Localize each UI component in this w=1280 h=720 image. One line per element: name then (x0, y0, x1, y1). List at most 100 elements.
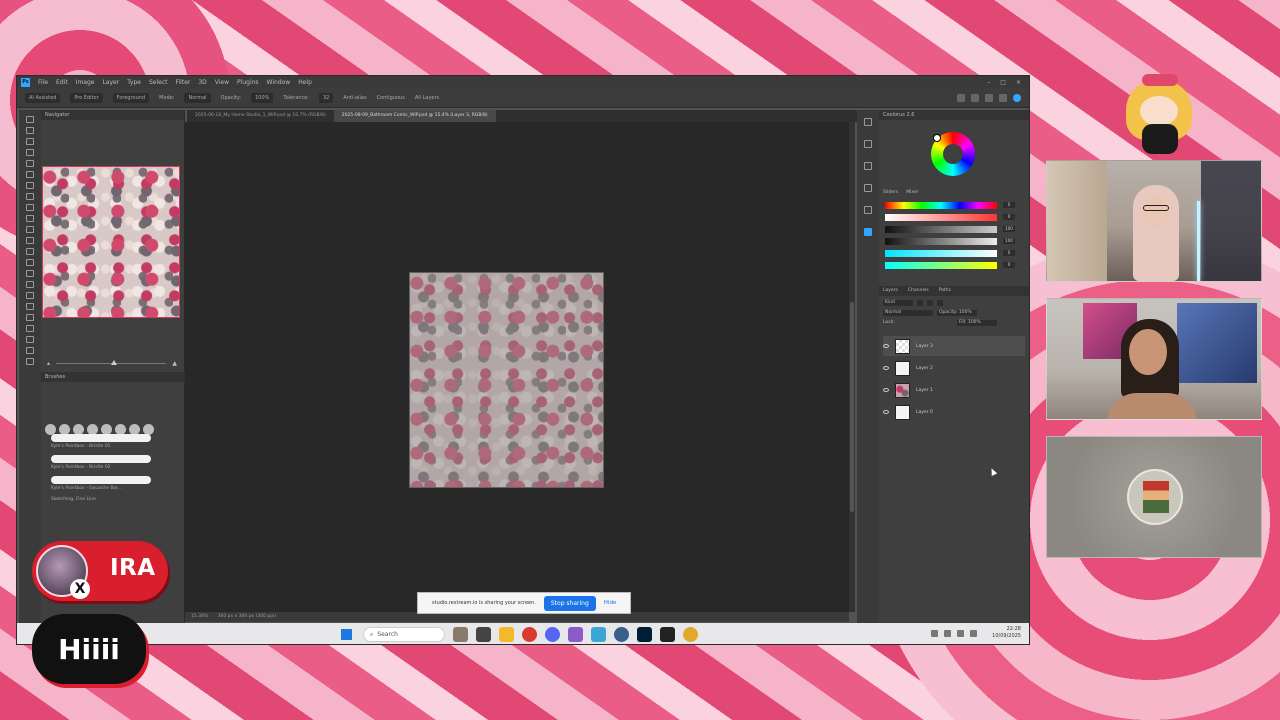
menu-filter[interactable]: Filter (176, 79, 191, 86)
widgets-icon[interactable] (453, 627, 468, 642)
filter-icon[interactable] (927, 300, 933, 306)
chrome-icon[interactable] (683, 627, 698, 642)
list-item[interactable]: Sketching, Fine Line (47, 497, 177, 502)
marquee-tool-icon[interactable] (26, 127, 34, 134)
list-item[interactable]: Kyle's Paintbox - Gouache Bar... (47, 476, 177, 491)
tab-layers[interactable]: Layers (883, 288, 898, 294)
slider-value[interactable]: 0 (1003, 250, 1015, 256)
volume-icon[interactable] (957, 630, 964, 637)
quick-select-tool-icon[interactable] (26, 149, 34, 156)
tab-sliders[interactable]: Sliders (883, 190, 898, 195)
filter-icon[interactable] (917, 300, 923, 306)
fill-source-select[interactable]: Foreground (112, 92, 150, 103)
document-canvas[interactable] (409, 272, 604, 488)
shape-tool-icon[interactable] (26, 314, 34, 321)
type-tool-icon[interactable] (26, 292, 34, 299)
navigator-zoom-slider[interactable]: ▴ ▲ (47, 359, 177, 367)
properties-icon[interactable] (864, 162, 872, 170)
saturation-slider[interactable] (885, 214, 997, 221)
tab-mixer[interactable]: Mixer (906, 190, 918, 195)
eye-icon[interactable] (883, 388, 889, 392)
chrome-icon[interactable] (522, 627, 537, 642)
opacity-field[interactable]: 100% (251, 92, 274, 103)
blend-mode-select[interactable]: Normal (883, 310, 933, 316)
lightness-slider[interactable] (885, 238, 997, 245)
menu-file[interactable]: File (38, 79, 48, 86)
photoshop-icon[interactable] (637, 627, 652, 642)
search-icon[interactable] (971, 93, 979, 102)
menu-plugins[interactable]: Plugins (237, 79, 259, 86)
share-icon[interactable] (957, 93, 965, 102)
color-picker-handle[interactable] (933, 134, 941, 142)
zoom-level[interactable]: 15.38% (191, 614, 208, 619)
eye-icon[interactable] (883, 344, 889, 348)
battery-icon[interactable] (970, 630, 977, 637)
character-icon[interactable] (864, 184, 872, 192)
visual-studio-icon[interactable] (568, 627, 583, 642)
list-item[interactable]: Kyle's Paintbox - Bristle 02 (47, 455, 177, 470)
cyan-slider[interactable] (885, 250, 997, 257)
app-icon[interactable] (660, 627, 675, 642)
menu-layer[interactable]: Layer (102, 79, 119, 86)
mode-select[interactable]: Normal (184, 92, 211, 103)
frame-tool-icon[interactable] (26, 171, 34, 178)
slider-value[interactable]: 0 (1003, 202, 1015, 208)
layer-row[interactable]: Layer 2 (883, 358, 1025, 378)
steam-icon[interactable] (614, 627, 629, 642)
kind-filter[interactable]: Kind (883, 300, 913, 306)
eraser-tool-icon[interactable] (26, 237, 34, 244)
paint-bucket-tool-icon[interactable] (26, 248, 34, 255)
tab-paths[interactable]: Paths (939, 288, 951, 294)
navigator-preview[interactable] (42, 166, 180, 318)
history-icon[interactable] (864, 140, 872, 148)
clock[interactable]: 22:28 10/09/2025 (992, 626, 1021, 640)
tolerance-field[interactable]: 32 (318, 92, 334, 103)
zoom-tool-icon[interactable] (26, 336, 34, 343)
slider-value[interactable]: 0 (1003, 262, 1015, 268)
menu-type[interactable]: Type (127, 79, 141, 86)
menu-3d[interactable]: 3D (198, 79, 206, 86)
taskbar-search[interactable]: ⌕ Search (363, 627, 445, 642)
ai-assisted-toggle[interactable]: AI Assisted (25, 92, 61, 103)
hide-button[interactable]: Hide (604, 600, 617, 606)
contiguous-checkbox[interactable]: Contiguous (377, 95, 405, 101)
move-tool-icon[interactable] (26, 116, 34, 123)
crop-tool-icon[interactable] (26, 160, 34, 167)
menu-image[interactable]: Image (76, 79, 95, 86)
eye-icon[interactable] (883, 410, 889, 414)
slider-value[interactable]: 100 (1003, 238, 1015, 244)
eyedropper-tool-icon[interactable] (26, 182, 34, 189)
healing-tool-icon[interactable] (26, 193, 34, 200)
tab-channels[interactable]: Channels (908, 288, 929, 294)
paragraph-icon[interactable] (864, 206, 872, 214)
chevron-up-icon[interactable] (931, 630, 938, 637)
minimize-icon[interactable]: – (987, 79, 990, 86)
history-brush-tool-icon[interactable] (26, 226, 34, 233)
hue-slider[interactable] (885, 202, 997, 209)
brush-settings-icon[interactable] (864, 118, 872, 126)
network-icon[interactable] (944, 630, 951, 637)
canvas-area[interactable] (185, 122, 849, 612)
dodge-tool-icon[interactable] (26, 270, 34, 277)
pro-editor-toggle[interactable]: Pro Editor (70, 92, 103, 103)
file-icon[interactable] (476, 627, 491, 642)
blur-tool-icon[interactable] (26, 259, 34, 266)
lasso-tool-icon[interactable] (26, 138, 34, 145)
hand-tool-icon[interactable] (26, 325, 34, 332)
app-icon[interactable] (591, 627, 606, 642)
profile-icon[interactable] (1013, 93, 1021, 102)
filter-icon[interactable] (937, 300, 943, 306)
color-swatch-icon[interactable] (26, 358, 34, 365)
pen-tool-icon[interactable] (26, 281, 34, 288)
close-icon[interactable]: × (1016, 79, 1021, 86)
slider-value[interactable]: 100 (1003, 226, 1015, 232)
maximize-icon[interactable]: □ (1000, 79, 1006, 86)
brush-tool-icon[interactable] (26, 204, 34, 211)
stamp-tool-icon[interactable] (26, 215, 34, 222)
windows-start-icon[interactable] (341, 629, 352, 640)
anti-alias-checkbox[interactable]: Anti-alias (343, 95, 366, 101)
slider-value[interactable]: 0 (1003, 214, 1015, 220)
eye-icon[interactable] (883, 366, 889, 370)
fill-field[interactable]: Fill: 100% (957, 320, 997, 326)
menu-help[interactable]: Help (298, 79, 312, 86)
